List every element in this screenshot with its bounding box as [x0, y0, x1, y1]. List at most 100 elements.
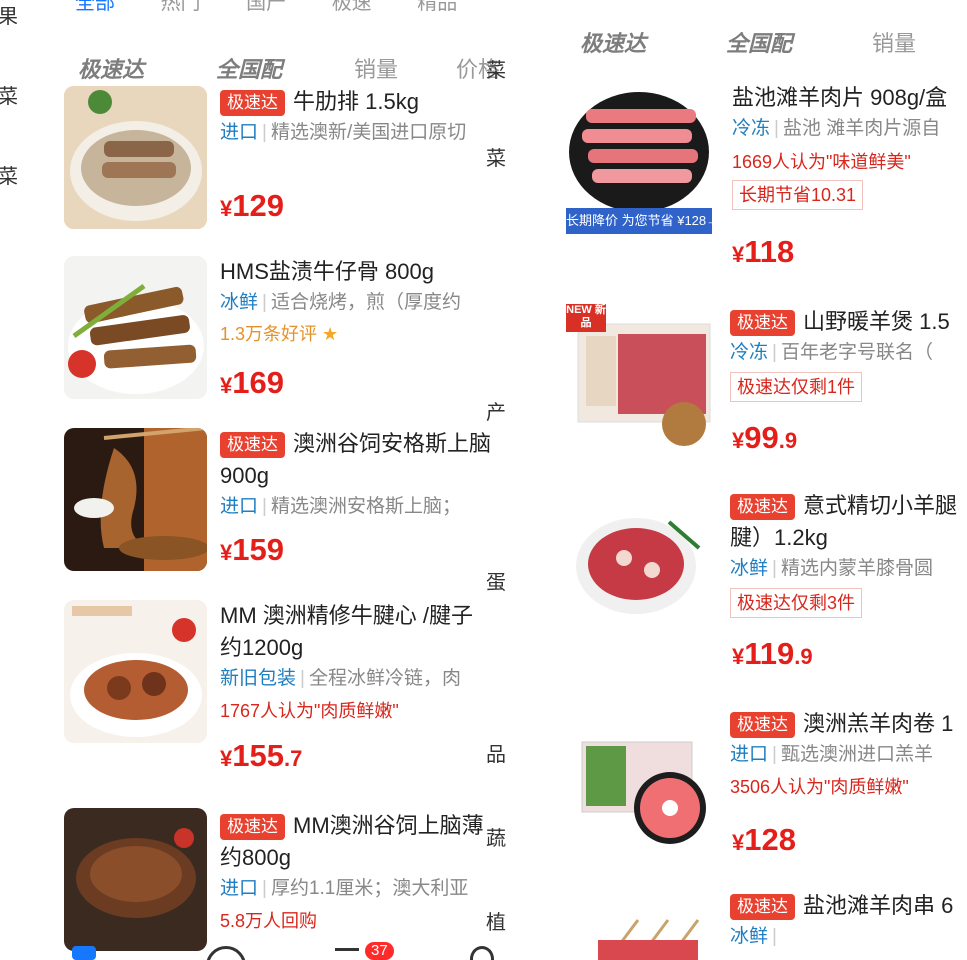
product-title: 牛肋排 1.5kg [293, 89, 419, 114]
product-desc: 厚约1.1厘米；澳大利亚 [270, 878, 469, 899]
subtab-nationwide[interactable]: 全国配 [216, 52, 282, 84]
lamb-leg-image [574, 508, 704, 618]
product-image[interactable] [64, 256, 207, 399]
stock-tag: 极速达仅剩1件 [730, 372, 863, 402]
product-card[interactable]: 极速达 澳洲谷饲安格斯上脑 900g 进口 | 精选澳洲安格斯上脑； [220, 428, 491, 522]
product-highlight: 5.8万人回购 [220, 911, 318, 931]
product-price: ¥119.9 [732, 636, 813, 671]
product-image[interactable] [64, 428, 207, 571]
right-screenshot: 极速达 全国配 销量 长期降价 为您节省 ¥128→¥118 盐池滩羊肉片 90… [548, 0, 967, 960]
cart-icon[interactable] [335, 948, 359, 951]
fast-badge: 极速达 [730, 494, 795, 521]
category-item[interactable]: 产 [486, 396, 506, 425]
product-tag: 进口 [220, 878, 259, 899]
product-card[interactable]: 极速达 牛肋排 1.5kg 进口 | 精选澳新/美国进口原切 [220, 86, 466, 148]
product-card[interactable]: 极速达 意式精切小羊腿 腱）1.2kg 冰鲜 | 精选内蒙羊膝骨圆 极速达仅剩3件 [730, 490, 957, 618]
product-desc: 盐池 滩羊肉片源自 [782, 118, 941, 139]
product-image[interactable] [64, 808, 207, 951]
beef-shank-image [64, 600, 207, 743]
category-item[interactable]: 蔬 [486, 822, 506, 851]
beef-chuck-image [64, 808, 207, 951]
subtab-fast-delivery[interactable]: 极速达 [580, 26, 646, 58]
product-price: ¥129 [220, 188, 284, 223]
product-highlight: 1767人认为"肉质鲜嫩" [220, 701, 399, 721]
product-title: HMS盐渍牛仔骨 800g [220, 259, 434, 284]
chat-icon[interactable] [206, 946, 246, 960]
price-drop-banner: 长期降价 为您节省 ¥128→¥118 [566, 213, 712, 228]
product-tag: 冰鲜 [220, 292, 259, 313]
product-image[interactable] [574, 508, 704, 618]
product-price: ¥159 [220, 532, 284, 567]
product-tag: 冷冻 [730, 342, 769, 363]
product-tag: 冷冻 [732, 118, 771, 139]
bottom-tab-bar [0, 940, 540, 960]
product-price: ¥128 [732, 822, 796, 857]
tab-premium[interactable]: 精品 [417, 0, 457, 14]
product-highlight: 1669人认为"味道鲜美" [732, 152, 911, 172]
fast-badge: 极速达 [730, 310, 795, 337]
product-tag: 进口 [220, 122, 259, 143]
savings-tag: 长期节省10.31 [732, 180, 864, 210]
star-icon: ★ [322, 324, 339, 344]
category-item[interactable]: 菜 [486, 142, 506, 171]
product-card[interactable]: 极速达 MM澳洲谷饲上脑薄 约800g 进口 | 厚约1.1厘米；澳大利亚 5.8万人… [220, 810, 484, 938]
beef-short-ribs-image [64, 256, 207, 399]
product-title: 山野暖羊煲 1.5 [803, 309, 950, 334]
product-price: ¥155.7 [220, 738, 303, 773]
product-tag: 新旧包装 [220, 668, 297, 689]
fast-badge: 极速达 [220, 432, 285, 459]
product-title: 意式精切小羊腿 [803, 493, 958, 518]
tab-hot[interactable]: 热门 [161, 0, 201, 14]
product-tag: 进口 [220, 496, 259, 517]
product-card[interactable]: HMS盐渍牛仔骨 800g 冰鲜 | 适合烧烤，煎（厚度约 1.3万条好评 ★ [220, 256, 461, 350]
subtab-fast-delivery[interactable]: 极速达 [78, 52, 144, 84]
category-item[interactable]: 植 [486, 906, 506, 935]
category-item[interactable]: 蛋 [486, 566, 506, 595]
product-desc: 精选澳新/美国进口原切 [270, 122, 467, 143]
product-title: MM 澳洲精修牛腱心 /腱子 [220, 603, 473, 628]
product-image[interactable] [578, 910, 708, 960]
product-image[interactable] [64, 600, 207, 743]
tab-all[interactable]: 全部 [75, 0, 115, 14]
product-title-line2: 约1200g [220, 635, 304, 660]
beef-ribs-image [64, 86, 207, 229]
product-title: 澳洲羔羊肉卷 1 [803, 711, 954, 736]
new-badge: NEW 新品 [566, 304, 606, 329]
category-item[interactable]: 菜 [486, 54, 506, 83]
product-desc: 精选内蒙羊膝骨圆 [780, 558, 933, 579]
fast-badge: 极速达 [730, 712, 795, 739]
product-tag: 冰鲜 [730, 926, 769, 947]
product-title: 盐池滩羊肉串 6 [803, 893, 954, 918]
tab-fast[interactable]: 极速 [332, 0, 372, 14]
category-item[interactable]: 品 [486, 738, 506, 767]
cart-count-badge: 37 [365, 942, 394, 960]
tab-domestic[interactable]: 国产 [246, 0, 286, 14]
product-image[interactable] [64, 86, 207, 229]
product-tag: 冰鲜 [730, 558, 769, 579]
product-card[interactable]: 极速达 盐池滩羊肉串 6 冰鲜 | [730, 890, 953, 952]
profile-icon[interactable] [470, 946, 494, 960]
product-card[interactable]: 极速达 澳洲羔羊肉卷 1 进口 | 甄选澳洲进口羔羊 3506人认为"肉质鲜嫩" [730, 708, 953, 804]
product-highlight: 3506人认为"肉质鲜嫩" [730, 777, 909, 797]
subtab-nationwide[interactable]: 全国配 [726, 26, 792, 58]
product-desc: 精选澳洲安格斯上脑； [270, 496, 461, 517]
category-item[interactable]: 果 [0, 0, 18, 29]
subtab-sales[interactable]: 销量 [872, 26, 916, 58]
product-tag: 进口 [730, 744, 769, 765]
product-title: MM澳洲谷饲上脑薄 [293, 813, 484, 838]
product-title: 澳洲谷饲安格斯上脑 [293, 431, 492, 456]
subtab-sales[interactable]: 销量 [354, 52, 398, 84]
product-image[interactable] [578, 736, 708, 846]
fast-badge: 极速达 [220, 90, 285, 117]
lamb-skewer-image [578, 910, 708, 960]
product-title-line2: 腱）1.2kg [730, 525, 828, 550]
stock-tag: 极速达仅剩3件 [730, 588, 863, 618]
product-card[interactable]: 盐池滩羊肉片 908g/盒 冷冻 | 盐池 滩羊肉片源自 1669人认为"味道鲜美"… [732, 82, 947, 210]
home-icon[interactable] [72, 946, 96, 960]
category-item[interactable]: 菜 [0, 80, 18, 109]
category-item[interactable]: 菜 [0, 160, 18, 189]
angus-beef-image [64, 428, 207, 571]
product-price: ¥118 [732, 234, 795, 269]
product-card[interactable]: 极速达 山野暖羊煲 1.5 冷冻 | 百年老字号联名（ 极速达仅剩1件 [730, 306, 950, 402]
product-card[interactable]: MM 澳洲精修牛腱心 /腱子 约1200g 新旧包装 | 全程冰鲜冷链，肉 1767… [220, 600, 473, 728]
